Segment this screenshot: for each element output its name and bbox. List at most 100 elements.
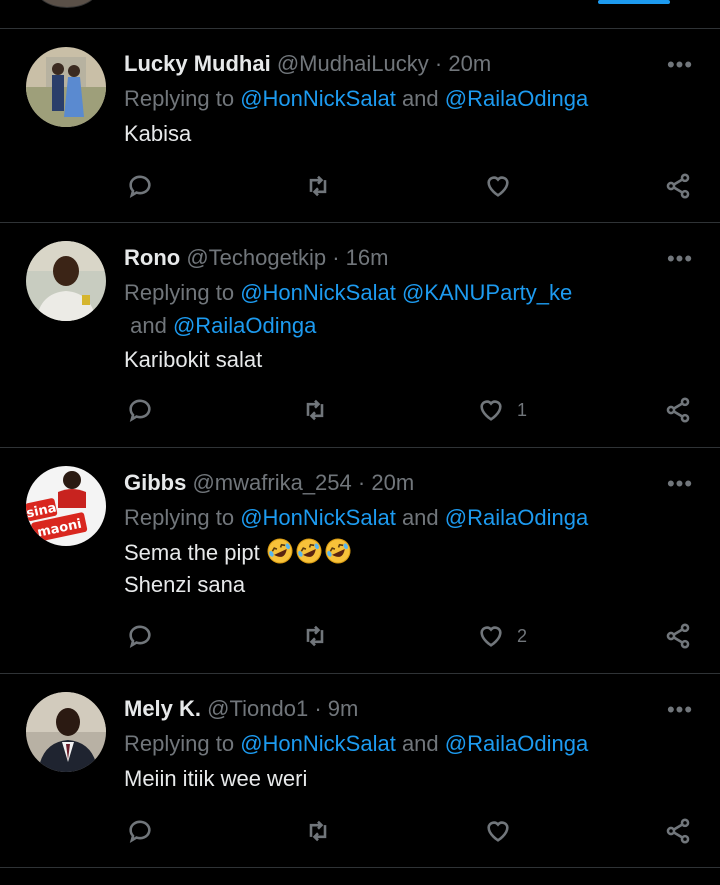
mention-link[interactable]: @HonNickSalat [240,731,396,756]
tweet-text-line-2: Shenzi sana [124,572,246,597]
share-button[interactable] [664,621,692,651]
mention-link[interactable]: @HonNickSalat [240,86,396,111]
like-button[interactable] [484,816,524,846]
reply-button[interactable] [126,816,154,846]
tweet-header: Lucky Mudhai @MudhaiLucky · 20m [124,51,491,77]
more-options-icon[interactable]: ••• [664,699,696,723]
like-count: 2 [517,625,528,646]
tweet-4[interactable]: Mely K. @Tiondo1 · 9m ••• Replying to @H… [0,674,720,868]
tweet-header: Rono @Techogetkip · 16m [124,245,388,271]
mention-joiner: and [395,731,445,756]
reply-button[interactable] [126,621,154,651]
tweet-3[interactable]: sina maoni Gibbs @mwafrika_254 · 20m •••… [0,448,720,674]
previous-action-bar [598,0,670,4]
retweet-button[interactable] [304,171,332,201]
tweet-text: Karibokit salat [124,347,263,372]
previous-avatar [36,0,98,8]
more-options-icon[interactable]: ••• [664,248,696,272]
like-button[interactable]: 2 [477,621,527,651]
like-count: 1 [517,399,528,420]
rolling-on-floor-laughing-emoji [267,538,293,564]
share-button[interactable] [664,395,692,425]
mention-link[interactable]: @HonNickSalat [240,505,396,530]
retweet-button[interactable] [301,395,329,425]
tweet-1[interactable]: Lucky Mudhai @MudhaiLucky · 20m ••• Repl… [0,29,720,223]
avatar[interactable] [26,241,106,321]
emoji-row [266,538,353,565]
avatar[interactable]: sina maoni [26,466,106,546]
tweet-text: Meiin itiik wee weri [124,766,308,791]
user-handle[interactable]: @mwafrika_254 [192,470,351,495]
like-button[interactable] [484,171,524,201]
display-name[interactable]: Gibbs [124,470,186,495]
tweet-header: Mely K. @Tiondo1 · 9m [124,696,358,722]
heart-icon [480,626,502,647]
tweet-text: Sema the pipt Shenzi sana [124,537,684,601]
timestamp[interactable]: 20m [448,51,491,76]
mention-link[interactable]: @RailaOdinga [445,86,588,111]
display-name[interactable]: Mely K. [124,696,201,721]
timestamp[interactable]: 20m [371,470,414,495]
retweet-icon [306,399,324,421]
user-handle[interactable]: @Tiondo1 [207,696,308,721]
suited-man-photo-avatar [26,692,106,772]
heart-icon [487,821,509,842]
tweet-2[interactable]: Rono @Techogetkip · 16m ••• Replying to … [0,223,720,448]
display-name[interactable]: Lucky Mudhai [124,51,271,76]
reply-icon [129,820,151,844]
reply-icon [129,399,151,423]
reply-button[interactable] [126,171,154,201]
like-button[interactable]: 1 [477,395,527,425]
rolling-on-floor-laughing-emoji [325,538,351,564]
user-handle[interactable]: @MudhaiLucky [277,51,429,76]
heart-icon [480,400,502,421]
mention-joiner: and [395,505,445,530]
reply-icon [129,175,151,199]
couple-photo-avatar [26,47,106,127]
display-name[interactable]: Rono [124,245,180,270]
reply-button[interactable] [126,395,154,425]
mention-link[interactable]: @RailaOdinga [445,505,588,530]
separator: · [357,470,366,495]
share-icon [666,818,690,844]
tweet-actions: 2 [124,621,704,655]
retweet-button[interactable] [301,621,329,651]
retweet-icon [309,820,327,842]
share-button[interactable] [664,171,692,201]
mention-link[interactable]: @RailaOdinga [445,731,588,756]
replying-to-line: Replying to @HonNickSalat and @RailaOdin… [124,727,684,760]
tweet-header: Gibbs @mwafrika_254 · 20m [124,470,414,496]
retweet-button[interactable] [304,816,332,846]
mention-link[interactable]: @HonNickSalat [240,280,396,305]
retweet-icon [309,175,327,197]
replying-to-line: Replying to @HonNickSalat and @RailaOdin… [124,82,684,115]
user-handle[interactable]: @Techogetkip [186,245,326,270]
replying-to-line: Replying to @HonNickSalat and @RailaOdin… [124,501,684,534]
more-options-icon[interactable]: ••• [664,54,696,78]
reply-icon [129,625,151,649]
mention-link[interactable]: @RailaOdinga [173,313,316,338]
replying-to-line: Replying to @HonNickSalat @KANUParty_ke … [124,276,684,342]
timestamp[interactable]: 16m [346,245,389,270]
tweet-text-line-1: Sema the pipt [124,540,260,565]
replying-to-label: Replying to [124,731,235,756]
share-button[interactable] [664,816,692,846]
replying-to-label: Replying to [124,86,235,111]
tweet-text: Kabisa [124,121,192,146]
separator: · [314,696,322,721]
separator: · [434,51,443,76]
separator: · [332,245,340,270]
mention-joiner: and [124,313,173,338]
heart-icon [487,176,509,197]
avatar[interactable] [26,692,106,772]
mention-link[interactable]: @KANUParty_ke [402,280,572,305]
avatar[interactable] [26,47,106,127]
previous-tweet-remnant [0,0,720,29]
replying-to-label: Replying to [124,505,235,530]
more-options-icon[interactable]: ••• [664,473,696,497]
share-icon [666,623,690,649]
share-icon [666,397,690,423]
rolling-on-floor-laughing-emoji [296,538,322,564]
timestamp[interactable]: 9m [328,696,359,721]
mention-joiner: and [395,86,445,111]
